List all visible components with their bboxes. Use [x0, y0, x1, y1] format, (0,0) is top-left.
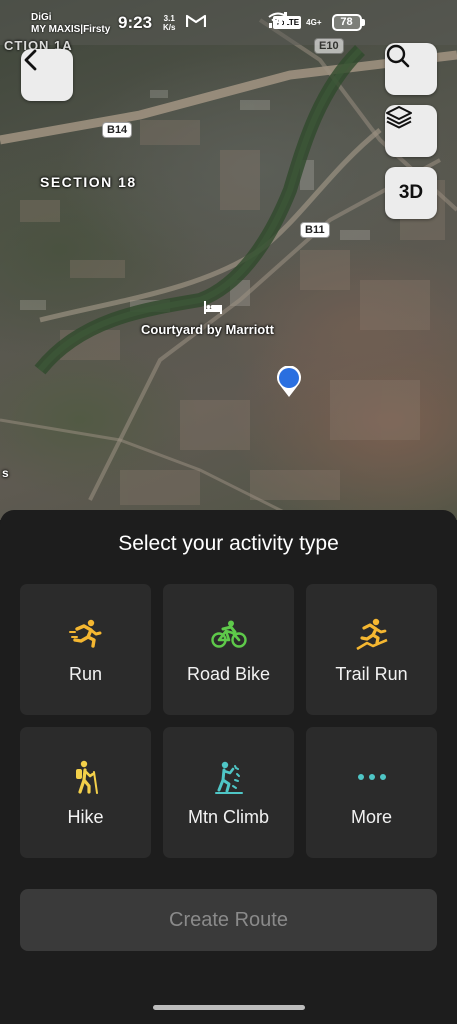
status-bar: DiGi MY MAXIS|Firsty 9:23 3.1 K/s VoLTE … — [0, 0, 457, 40]
3d-label: 3D — [398, 182, 424, 203]
battery-icon: 78 — [331, 13, 365, 31]
network-speed: 3.1 K/s — [163, 14, 175, 32]
sheet-title: Select your activity type — [118, 532, 339, 555]
hike-icon — [66, 757, 106, 797]
activity-run[interactable]: Run — [20, 584, 151, 715]
trail-run-icon — [352, 614, 392, 654]
network-type: 4G+ — [306, 17, 322, 27]
run-icon — [66, 614, 106, 654]
road-shield-b14: B14 — [103, 123, 132, 137]
activity-type-sheet: Select your activity type Run Road Bike … — [0, 510, 457, 1024]
activity-label: Trail Run — [335, 664, 408, 684]
activity-more[interactable]: More — [306, 727, 437, 858]
more-dots-icon — [352, 757, 392, 797]
road-shield-e10: E10 — [315, 39, 343, 53]
status-icons: VoLTE 4G+ 78 — [268, 12, 365, 32]
activity-label: Hike — [67, 807, 104, 827]
road-bike-icon — [209, 614, 249, 654]
map-view[interactable]: DiGi MY MAXIS|Firsty 9:23 3.1 K/s VoLTE … — [0, 0, 457, 520]
activity-label: Run — [68, 664, 103, 684]
map-label-section-18: SECTION 18 — [40, 174, 137, 190]
carrier-1: DiGi — [31, 12, 52, 23]
activity-road-bike[interactable]: Road Bike — [163, 584, 294, 715]
speed-unit: K/s — [163, 23, 176, 32]
activity-label: Road Bike — [186, 664, 271, 684]
activity-label: Mtn Climb — [187, 807, 269, 827]
mountain-climb-icon — [209, 757, 249, 797]
map-label-edge: s — [2, 466, 9, 480]
speed-value: 3.1 — [163, 14, 175, 23]
activity-label: More — [350, 807, 392, 827]
carrier-2: MY MAXIS|Firsty — [31, 24, 111, 35]
battery-level: 78 — [331, 13, 362, 31]
activity-grid: Run Road Bike Trail Run Hike Mtn Climb M… — [20, 584, 437, 858]
3d-toggle-button[interactable]: 3D — [385, 167, 437, 219]
map-label-poi[interactable]: Courtyard by Marriott — [141, 322, 274, 337]
map-layers-button[interactable] — [385, 105, 437, 157]
search-button[interactable] — [385, 43, 437, 95]
road-shield-b11: B11 — [301, 223, 329, 237]
location-pin-icon[interactable] — [275, 366, 303, 398]
activity-hike[interactable]: Hike — [20, 727, 151, 858]
create-route-button[interactable]: Create Route — [20, 889, 437, 951]
activity-mtn-climb[interactable]: Mtn Climb — [163, 727, 294, 858]
home-indicator[interactable] — [153, 1005, 305, 1010]
back-button[interactable] — [21, 49, 73, 101]
carrier-labels: DiGi MY MAXIS|Firsty — [31, 12, 110, 36]
clock: 9:23 — [118, 13, 153, 32]
activity-trail-run[interactable]: Trail Run — [306, 584, 437, 715]
